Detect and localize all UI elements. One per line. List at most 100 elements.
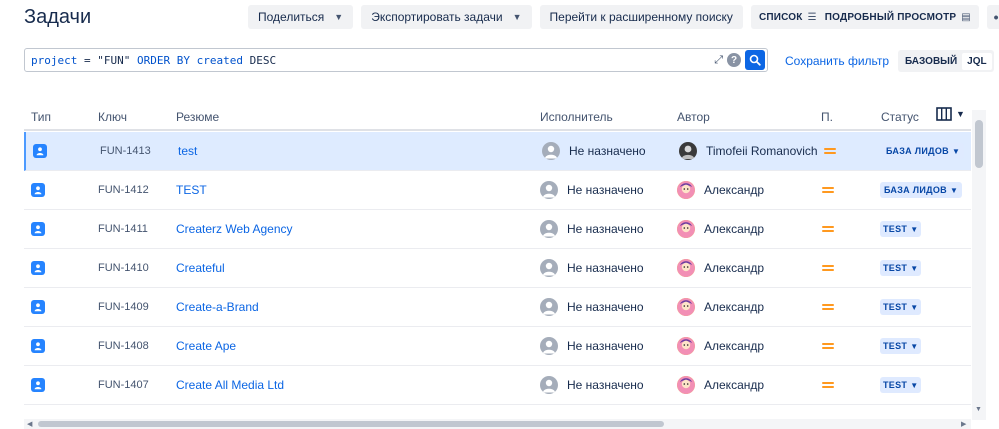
jql-input[interactable]: project = "FUN" ORDER BY created DESC ⤢ … bbox=[24, 48, 768, 72]
more-actions-button[interactable]: ••• bbox=[986, 5, 999, 29]
column-header-priority[interactable]: П. bbox=[821, 110, 833, 124]
chevron-down-icon: ▼ bbox=[910, 341, 919, 351]
table-row[interactable]: FUN-1411 Createrz Web Agency Не назначен… bbox=[24, 210, 971, 249]
story-icon bbox=[31, 339, 45, 353]
column-header-author[interactable]: Автор bbox=[677, 110, 710, 124]
search-icon bbox=[749, 54, 761, 66]
issue-summary[interactable]: Create Ape bbox=[176, 339, 236, 353]
jql-token-sortfield: created bbox=[196, 53, 243, 67]
issue-summary[interactable]: Createrz Web Agency bbox=[176, 222, 293, 236]
avatar bbox=[677, 337, 695, 355]
status-label: TEST bbox=[883, 263, 908, 273]
story-icon bbox=[33, 144, 47, 158]
issue-summary[interactable]: TEST bbox=[176, 183, 207, 197]
chevron-down-icon: ▼ bbox=[956, 109, 965, 119]
advanced-search-button[interactable]: Перейти к расширенному поиску bbox=[539, 5, 743, 29]
issue-summary[interactable]: Create All Media Ltd bbox=[176, 378, 284, 392]
view-detail-label: ПОДРОБНЫЙ ПРОСМОТР bbox=[824, 11, 957, 23]
author-name: Александр bbox=[704, 339, 765, 353]
issue-key[interactable]: FUN-1413 bbox=[100, 145, 151, 157]
jql-token-direction: DESC bbox=[242, 53, 277, 67]
mode-jql-button[interactable]: JQL bbox=[962, 52, 992, 70]
view-switcher: СПИСОК ☰ ПОДРОБНЫЙ ПРОСМОТР ▤ bbox=[750, 5, 979, 29]
detail-view-icon: ▤ bbox=[961, 11, 971, 23]
issue-summary[interactable]: test bbox=[178, 144, 197, 158]
chevron-down-icon: ▼ bbox=[910, 263, 919, 273]
status-label: БАЗА ЛИДОВ bbox=[886, 146, 949, 156]
help-icon[interactable]: ? bbox=[727, 53, 741, 67]
jql-token-field: project bbox=[31, 53, 78, 67]
table-row[interactable]: FUN-1410 Createful Не назначено Александ… bbox=[24, 249, 971, 288]
priority-medium-icon bbox=[822, 185, 834, 195]
user-avatar-icon bbox=[540, 181, 558, 199]
jql-token-orderby: ORDER BY bbox=[130, 53, 197, 67]
vertical-scrollbar[interactable]: ▼ bbox=[972, 110, 986, 420]
vertical-scroll-thumb[interactable] bbox=[975, 120, 983, 168]
author-name: Александр bbox=[704, 378, 765, 392]
issue-key[interactable]: FUN-1409 bbox=[98, 301, 149, 313]
horizontal-scroll-thumb[interactable] bbox=[38, 421, 664, 427]
status-badge[interactable]: БАЗА ЛИДОВ ▼ bbox=[880, 182, 963, 198]
expand-icon[interactable]: ⤢ bbox=[714, 54, 723, 67]
jql-query-text[interactable]: project = "FUN" ORDER BY created DESC bbox=[31, 54, 714, 67]
author-name: Александр bbox=[704, 183, 765, 197]
share-button[interactable]: Поделиться ▼ bbox=[248, 5, 354, 29]
status-badge[interactable]: TEST ▼ bbox=[880, 338, 922, 354]
table-row[interactable]: FUN-1412 TEST Не назначено Александр БАЗ… bbox=[24, 171, 971, 210]
status-label: БАЗА ЛИДОВ bbox=[884, 185, 947, 195]
status-label: TEST bbox=[883, 380, 908, 390]
priority-medium-icon bbox=[822, 341, 834, 351]
advanced-search-label: Перейти к расширенному поиску bbox=[549, 10, 733, 24]
status-badge[interactable]: TEST ▼ bbox=[880, 299, 922, 315]
scroll-left-icon[interactable]: ◀ bbox=[27, 420, 32, 428]
column-picker-button[interactable]: ▼ bbox=[936, 107, 965, 121]
issue-summary[interactable]: Create-a-Brand bbox=[176, 300, 259, 314]
issue-table-body: FUN-1413 test Не назначено Timofeii Roma… bbox=[24, 132, 971, 420]
user-avatar-icon bbox=[542, 142, 560, 160]
author-name: Александр bbox=[704, 300, 765, 314]
table-row[interactable]: FUN-1407 Create All Media Ltd Не назначе… bbox=[24, 366, 971, 405]
save-filter-link[interactable]: Сохранить фильтр bbox=[785, 54, 889, 68]
scroll-right-icon[interactable]: ▶ bbox=[961, 420, 966, 428]
view-list-button[interactable]: СПИСОК ☰ bbox=[755, 12, 821, 23]
issue-summary[interactable]: Createful bbox=[176, 261, 225, 275]
horizontal-scrollbar[interactable]: ◀ ▶ bbox=[24, 419, 971, 429]
story-icon bbox=[31, 261, 45, 275]
table-row[interactable]: FUN-1409 Create-a-Brand Не назначено Але… bbox=[24, 288, 971, 327]
mode-basic-button[interactable]: БАЗОВЫЙ bbox=[900, 53, 962, 70]
export-issues-button[interactable]: Экспортировать задачи ▼ bbox=[361, 5, 532, 29]
status-badge[interactable]: TEST ▼ bbox=[880, 260, 922, 276]
share-button-label: Поделиться bbox=[258, 10, 325, 24]
assignee-name: Не назначено bbox=[569, 144, 646, 158]
view-detail-button[interactable]: ПОДРОБНЫЙ ПРОСМОТР ▤ bbox=[821, 12, 975, 23]
table-row[interactable]: FUN-1413 test Не назначено Timofeii Roma… bbox=[24, 132, 971, 171]
status-badge[interactable]: TEST ▼ bbox=[880, 377, 922, 393]
search-button[interactable] bbox=[745, 50, 765, 70]
priority-medium-icon bbox=[822, 302, 834, 312]
column-header-summary[interactable]: Резюме bbox=[176, 110, 219, 124]
chevron-down-icon: ▼ bbox=[951, 146, 961, 156]
story-icon bbox=[31, 183, 45, 197]
column-header-type[interactable]: Тип bbox=[31, 110, 51, 124]
view-list-label: СПИСОК bbox=[758, 11, 803, 23]
column-header-key[interactable]: Ключ bbox=[98, 110, 127, 124]
assignee-name: Не назначено bbox=[567, 378, 644, 392]
issue-key[interactable]: FUN-1407 bbox=[98, 379, 149, 391]
avatar bbox=[677, 376, 695, 394]
column-header-status[interactable]: Статус bbox=[881, 110, 919, 124]
priority-medium-icon bbox=[824, 146, 836, 156]
table-row[interactable]: FUN-1408 Create Ape Не назначено Алексан… bbox=[24, 327, 971, 366]
issue-key[interactable]: FUN-1411 bbox=[98, 223, 148, 235]
status-badge[interactable]: БАЗА ЛИДОВ ▼ bbox=[882, 143, 965, 159]
status-badge[interactable]: TEST ▼ bbox=[880, 221, 922, 237]
issue-key[interactable]: FUN-1410 bbox=[98, 262, 149, 274]
assignee-name: Не назначено bbox=[567, 339, 644, 353]
avatar bbox=[677, 298, 695, 316]
issue-key[interactable]: FUN-1412 bbox=[98, 184, 149, 196]
avatar bbox=[677, 259, 695, 277]
user-avatar-icon bbox=[540, 337, 558, 355]
assignee-name: Не назначено bbox=[567, 261, 644, 275]
scroll-down-icon[interactable]: ▼ bbox=[975, 406, 982, 413]
issue-key[interactable]: FUN-1408 bbox=[98, 340, 149, 352]
column-header-assignee[interactable]: Исполнитель bbox=[540, 110, 613, 124]
